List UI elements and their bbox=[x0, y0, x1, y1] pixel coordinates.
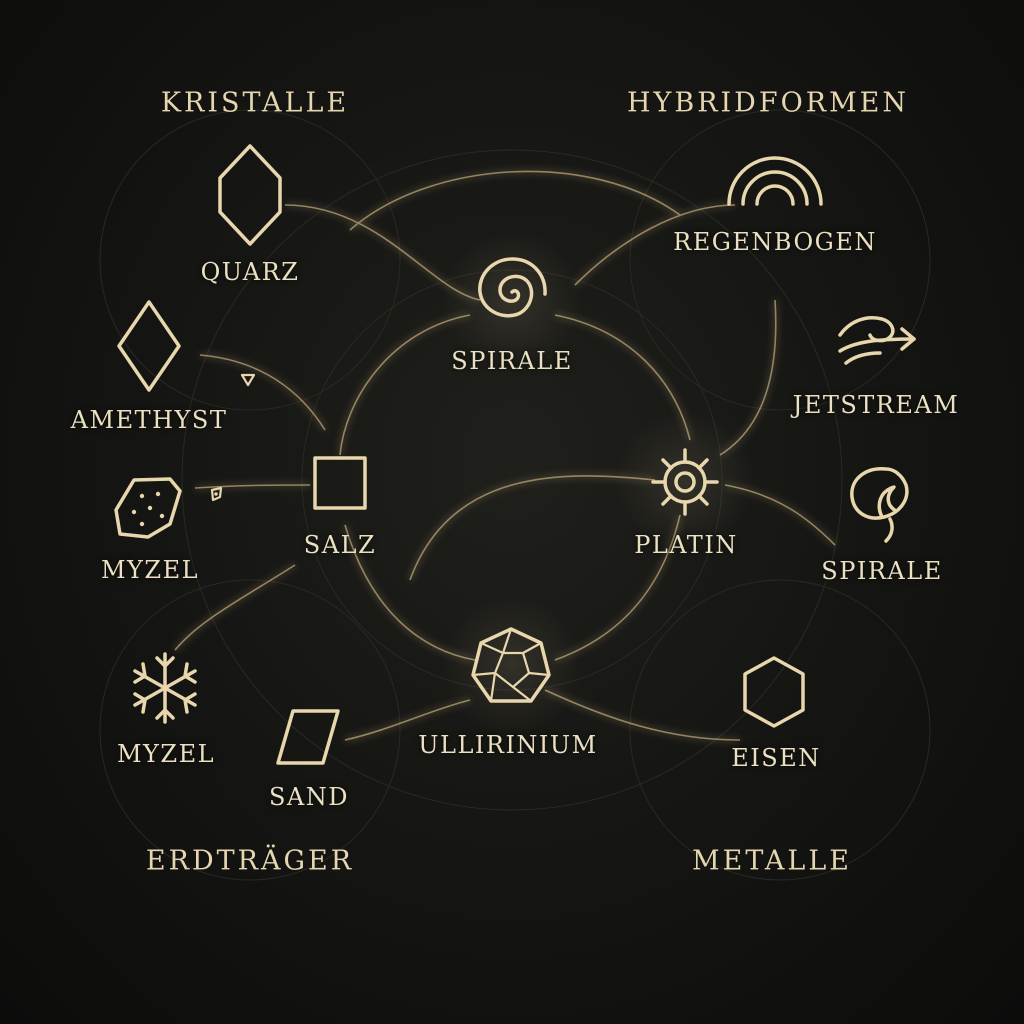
node-label-spirale-center: SPIRALE bbox=[451, 347, 573, 375]
node-label-myzel-1: MYZEL bbox=[100, 556, 200, 584]
node-label-amethyst: AMETHYST bbox=[70, 406, 228, 434]
small-triangle-icon bbox=[240, 373, 256, 387]
hexagon-icon bbox=[742, 655, 806, 729]
parallelogram-icon bbox=[275, 708, 341, 766]
node-label-sand: SAND bbox=[268, 783, 350, 811]
swirl-arrow-icon bbox=[836, 311, 920, 369]
node-label-salz: SALZ bbox=[303, 531, 377, 559]
speckled-polygon-icon bbox=[112, 476, 184, 540]
category-title-hybrids: HYBRIDFORMEN bbox=[626, 87, 910, 119]
link-arc-quarz-regenbogen bbox=[349, 170, 681, 231]
category-title-metals: METALLE bbox=[692, 845, 852, 877]
gear-icon bbox=[649, 446, 721, 518]
dodecahedron-icon bbox=[469, 625, 553, 709]
snowflake-icon bbox=[127, 650, 203, 726]
element-diagram: KRISTALLE HYBRIDFORMEN ERDTRÄGER METALLE… bbox=[0, 0, 1024, 1024]
square-icon bbox=[312, 455, 368, 511]
node-label-platin: PLATIN bbox=[634, 531, 738, 559]
node-label-spirale-right: SPIRALE bbox=[821, 557, 943, 585]
spiral-icon bbox=[475, 255, 549, 329]
leaf-spiral-icon bbox=[846, 465, 918, 545]
category-title-earth-carriers: ERDTRÄGER bbox=[145, 845, 355, 877]
rainbow-arcs-icon bbox=[725, 152, 825, 208]
diamond-icon bbox=[116, 299, 182, 393]
elongated-hexagon-crystal-icon bbox=[215, 143, 285, 247]
small-pebble-icon bbox=[208, 486, 224, 502]
node-label-eisen: EISEN bbox=[731, 744, 821, 772]
node-label-myzel-2: MYZEL bbox=[116, 740, 216, 768]
category-title-crystals: KRISTALLE bbox=[160, 87, 350, 119]
node-label-jetstream: JETSTREAM bbox=[792, 391, 960, 419]
node-label-regenbogen: REGENBOGEN bbox=[673, 228, 877, 256]
node-label-ullirinium: ULLIRINIUM bbox=[418, 731, 598, 759]
node-label-quarz: QUARZ bbox=[200, 258, 300, 286]
